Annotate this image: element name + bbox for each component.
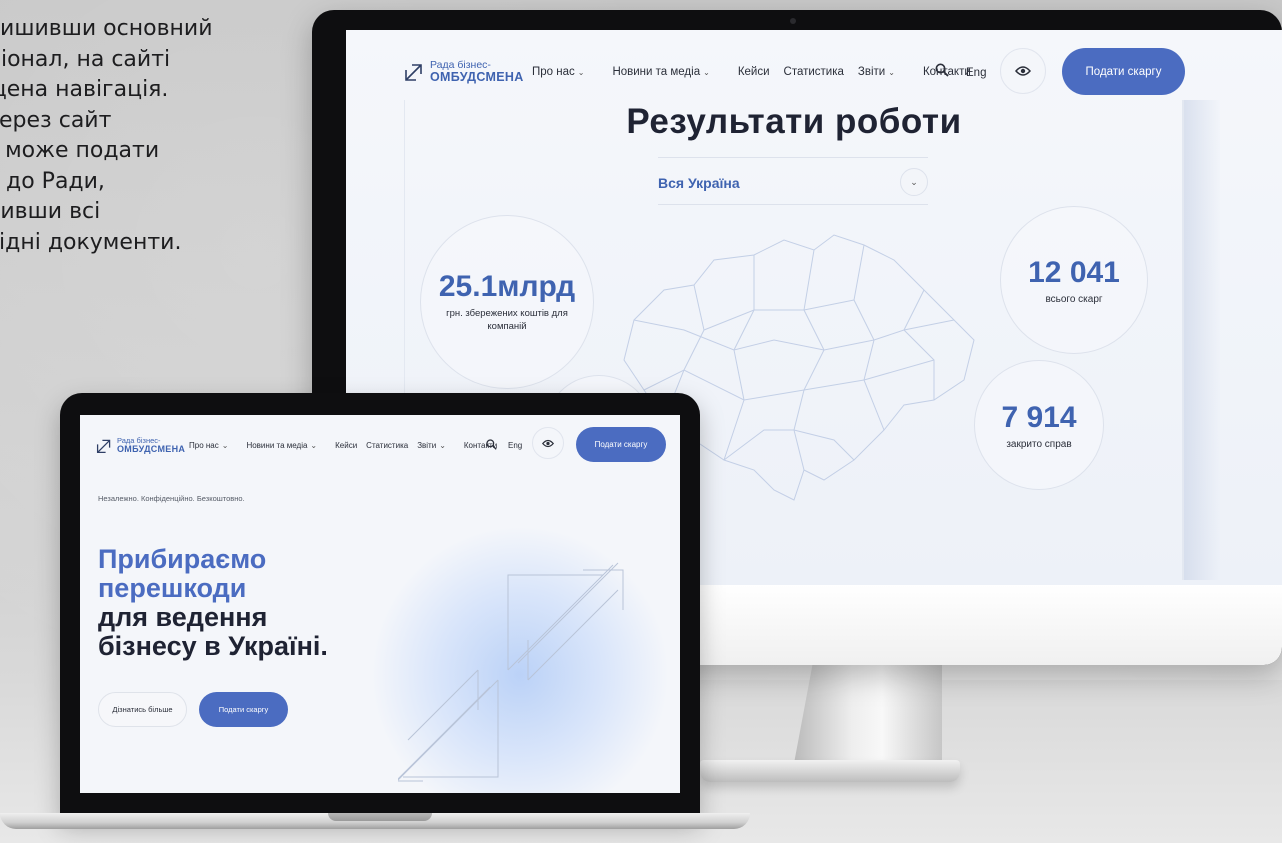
submit-complaint-button[interactable]: Подати скаргу xyxy=(576,427,666,462)
hero-line: бізнесу в Україні. xyxy=(98,631,328,662)
site-logo[interactable]: Рада бізнес- ОМБУДСМЕНА xyxy=(404,59,524,85)
scroll-shadow xyxy=(1184,100,1220,580)
eye-icon xyxy=(1015,66,1031,76)
chevron-down-icon: ⌄ xyxy=(310,441,318,450)
stat-value: 12 041 xyxy=(1028,255,1120,289)
caption-line: у до Ради, xyxy=(0,168,105,194)
main-nav: Про нас ⌄ Новини та медіа ⌄ Кейси Статисти… xyxy=(189,441,506,450)
stat-closed-cases: 7 914 закрито справ xyxy=(974,360,1104,490)
language-switch[interactable]: Eng xyxy=(508,441,522,450)
stat-saved-funds: 25.1млрд грн. збережених коштів для комп… xyxy=(420,215,594,389)
camera-icon xyxy=(790,18,796,24)
chevron-down-icon: ⌄ xyxy=(703,68,710,77)
chevron-down-icon: ⌄ xyxy=(439,441,446,450)
search-icon[interactable] xyxy=(485,438,497,450)
diagonal-arrow-icon xyxy=(405,64,422,81)
caption-line: через сайт xyxy=(0,107,112,133)
chevron-down-icon[interactable]: ⌄ xyxy=(900,168,928,196)
stat-label: закрито справ xyxy=(1006,438,1072,450)
monitor-stand-base xyxy=(700,760,960,782)
tagline: Незалежно. Конфіденційно. Безкоштовно. xyxy=(98,494,245,503)
caption-line: нивши всі xyxy=(0,199,101,224)
nav-item-stats[interactable]: Статистика xyxy=(784,66,844,78)
nav-item-cases[interactable]: Кейси xyxy=(738,66,770,78)
submit-complaint-button[interactable]: Подати скаргу xyxy=(1062,48,1185,95)
caption-line: щена навігація. xyxy=(0,77,169,102)
search-icon[interactable] xyxy=(934,62,950,78)
nav-item-cases[interactable]: Кейси xyxy=(335,441,357,450)
hero-line: Прибираємо xyxy=(98,544,267,574)
site-logo[interactable]: Рада бізнес- ОМБУДСМЕНА xyxy=(96,437,185,454)
main-nav: Про нас ⌄ Новини та медіа ⌄ Кейси Статисти… xyxy=(532,66,985,78)
laptop-screen: Рада бізнес- ОМБУДСМЕНА Про нас ⌄ Новини … xyxy=(80,415,680,793)
stat-label: всього скарг xyxy=(1045,293,1103,305)
nav-item-about[interactable]: Про нас ⌄ xyxy=(189,441,237,450)
caption-line: ціонал, на сайті xyxy=(0,46,171,72)
learn-more-button[interactable]: Дізнатись більше xyxy=(98,692,187,727)
hero-line: для ведення xyxy=(98,602,268,633)
nav-item-news[interactable]: Новини та медіа ⌄ xyxy=(612,66,723,78)
stat-value: 25.1млрд xyxy=(438,270,576,304)
diagonal-arrow-icon xyxy=(96,439,111,453)
nav-item-reports[interactable]: Звіти ⌄ xyxy=(417,441,455,450)
caption-line: лишивши основний xyxy=(0,16,213,41)
logo-line-2: ОМБУДСМЕНА xyxy=(430,70,524,85)
caption-text: лишивши основний ціонал, на сайті щена н… xyxy=(0,14,286,258)
accessibility-eye-button[interactable] xyxy=(532,427,564,459)
language-switch[interactable]: Eng xyxy=(966,67,986,79)
stat-value: 7 914 xyxy=(1001,400,1077,434)
stat-total-complaints: 12 041 всього скарг xyxy=(1000,206,1148,354)
hero-heading: Прибираємо перешкоди для ведення бізнесу… xyxy=(98,544,328,662)
eye-icon xyxy=(542,439,554,447)
nav-item-news[interactable]: Новини та медіа ⌄ xyxy=(246,441,326,450)
section-title: Результати роботи xyxy=(626,102,962,141)
hero-line: перешкоди xyxy=(98,573,247,604)
nav-item-about[interactable]: Про нас ⌄ xyxy=(532,66,598,78)
nav-item-stats[interactable]: Статистика xyxy=(366,441,408,450)
hero-arrows-graphic xyxy=(398,562,624,782)
laptop-notch xyxy=(328,813,432,821)
nav-item-reports[interactable]: Звіти ⌄ xyxy=(858,66,909,78)
monitor-stand xyxy=(792,662,942,774)
accessibility-eye-button[interactable] xyxy=(1000,48,1046,94)
stat-label: грн. збережених коштів для компаній xyxy=(446,308,568,332)
hero-submit-complaint-button[interactable]: Подати скаргу xyxy=(199,692,288,727)
caption-line: с може подати xyxy=(0,138,160,163)
region-select[interactable]: Вся Україна ⌄ xyxy=(658,157,928,205)
logo-line-2: ОМБУДСМЕНА xyxy=(117,443,186,454)
caption-line: хідні документи. xyxy=(0,229,182,255)
chevron-down-icon: ⌄ xyxy=(221,441,229,450)
chevron-down-icon: ⌄ xyxy=(577,68,585,77)
region-select-value: Вся Україна xyxy=(658,175,740,191)
chevron-down-icon: ⌄ xyxy=(888,68,895,77)
